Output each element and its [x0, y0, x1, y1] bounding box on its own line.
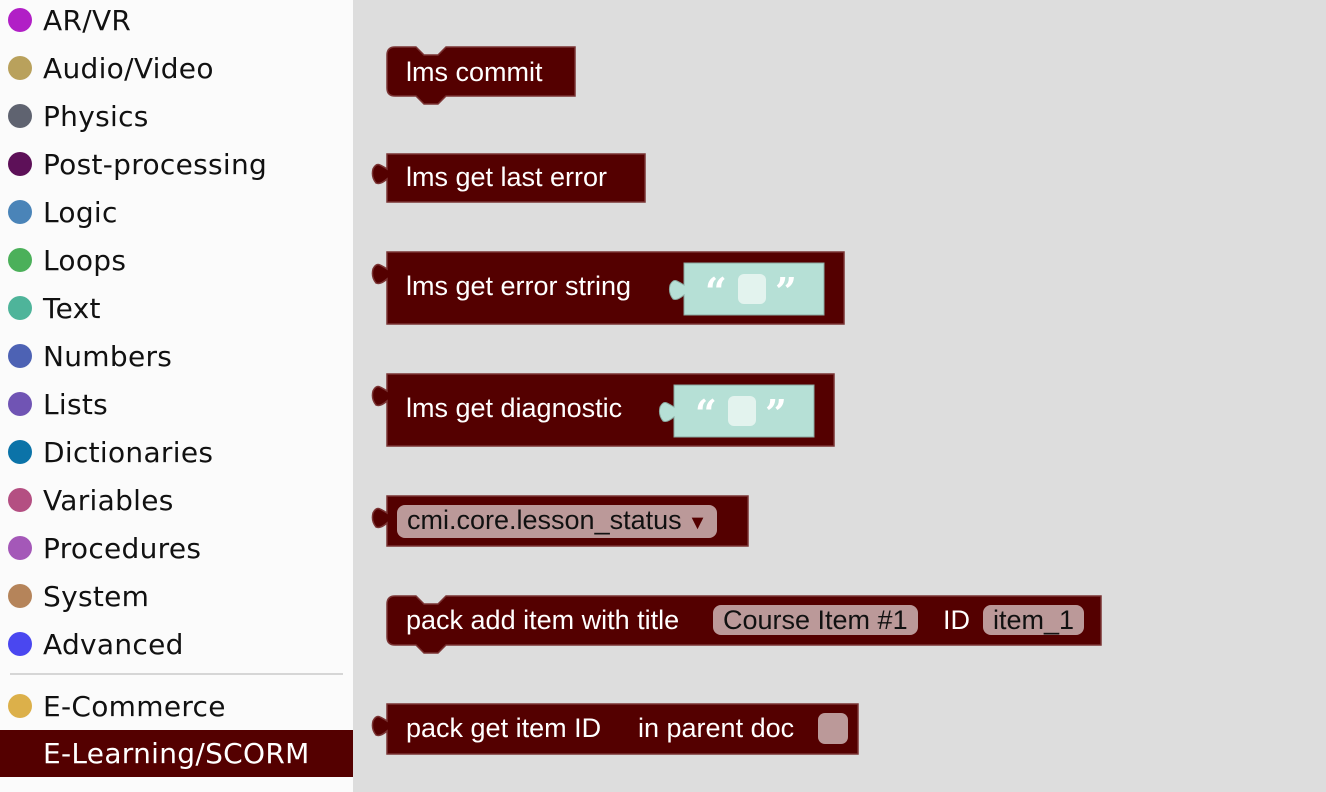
- category-color-dot-icon: [8, 584, 32, 608]
- block-lms-get-error-string[interactable]: lms get error string “ ”: [370, 251, 850, 327]
- category-label: Text: [43, 291, 101, 325]
- category-e-commerce[interactable]: E-Commerce: [0, 683, 353, 729]
- category-label: Variables: [43, 483, 174, 517]
- block-label: lms get error string: [406, 271, 632, 301]
- category-color-dot-icon: [8, 392, 32, 416]
- category-color-dot-icon: [8, 741, 32, 766]
- category-color-dot-icon: [8, 104, 32, 128]
- category-color-dot-icon: [8, 536, 32, 560]
- close-quote-icon: ”: [775, 269, 797, 314]
- category-label: Physics: [43, 99, 149, 133]
- diagnostic-string-input[interactable]: [728, 396, 756, 426]
- category-label: E-Commerce: [43, 689, 226, 723]
- category-system[interactable]: System: [0, 573, 353, 619]
- block-lms-get-last-error[interactable]: lms get last error: [370, 153, 650, 205]
- category-color-dot-icon: [8, 694, 32, 718]
- category-label: Audio/Video: [43, 51, 214, 85]
- category-label: Advanced: [43, 627, 184, 661]
- open-quote-icon: “: [695, 391, 717, 436]
- category-logic[interactable]: Logic: [0, 189, 353, 235]
- category-loops[interactable]: Loops: [0, 237, 353, 283]
- block-lms-get-diagnostic[interactable]: lms get diagnostic “ ”: [370, 373, 840, 449]
- category-post-processing[interactable]: Post-processing: [0, 141, 353, 187]
- dropdown-value: cmi.core.lesson_status: [407, 505, 682, 535]
- category-label: AR/VR: [43, 3, 132, 37]
- category-label: Loops: [43, 243, 127, 277]
- category-color-dot-icon: [8, 296, 32, 320]
- category-label: Numbers: [43, 339, 173, 373]
- category-label: Post-processing: [43, 147, 268, 181]
- category-color-dot-icon: [8, 632, 32, 656]
- category-color-dot-icon: [8, 344, 32, 368]
- category-color-dot-icon: [8, 488, 32, 512]
- category-physics[interactable]: Physics: [0, 93, 353, 139]
- category-color-dot-icon: [8, 152, 32, 176]
- cmi-element-dropdown[interactable]: cmi.core.lesson_status ▼: [397, 505, 718, 538]
- error-code-string-input[interactable]: [738, 274, 766, 304]
- block-label: pack get item ID: [406, 713, 602, 743]
- category-procedures[interactable]: Procedures: [0, 525, 353, 571]
- blocks-workspace: lms commit lms get last error lms get er…: [354, 0, 1326, 792]
- dropdown-arrow-icon: ▼: [687, 512, 708, 534]
- category-variables[interactable]: Variables: [0, 477, 353, 523]
- block-label: pack add item with title: [406, 605, 680, 635]
- block-label: lms get diagnostic: [406, 393, 623, 423]
- block-label: lms commit: [406, 57, 543, 87]
- category-dictionaries[interactable]: Dictionaries: [0, 429, 353, 475]
- category-sidebar: AR/VR Audio/Video Physics Post-processin…: [0, 0, 353, 792]
- category-color-dot-icon: [8, 8, 32, 32]
- category-advanced[interactable]: Advanced: [0, 621, 353, 667]
- category-label: System: [43, 579, 150, 613]
- in-parent-doc-label: in parent doc: [638, 713, 795, 743]
- item-id-input[interactable]: item_1: [983, 605, 1085, 635]
- sidebar-divider: [10, 673, 343, 675]
- category-color-dot-icon: [8, 440, 32, 464]
- close-quote-icon: ”: [765, 391, 787, 436]
- block-pack-add-item[interactable]: pack add item with title Course Item #1 …: [386, 595, 1106, 657]
- category-ar-vr[interactable]: AR/VR: [0, 0, 353, 43]
- block-cmi-element[interactable]: cmi.core.lesson_status ▼: [370, 495, 750, 549]
- category-color-dot-icon: [8, 248, 32, 272]
- category-text[interactable]: Text: [0, 285, 353, 331]
- open-quote-icon: “: [705, 269, 727, 314]
- category-label: E-Learning/SCORM: [43, 737, 310, 770]
- category-audio-video[interactable]: Audio/Video: [0, 45, 353, 91]
- category-color-dot-icon: [8, 200, 32, 224]
- category-label: Logic: [43, 195, 118, 229]
- id-label: ID: [943, 605, 970, 635]
- block-lms-commit[interactable]: lms commit: [386, 46, 576, 106]
- block-pack-get-item-id[interactable]: pack get item ID in parent doc: [370, 703, 865, 757]
- category-label: Lists: [43, 387, 109, 421]
- parent-doc-checkbox[interactable]: [818, 713, 848, 744]
- item-title-input[interactable]: Course Item #1: [713, 605, 918, 635]
- category-numbers[interactable]: Numbers: [0, 333, 353, 379]
- category-label: Procedures: [43, 531, 202, 565]
- block-label: lms get last error: [406, 162, 608, 192]
- category-e-learning-scorm[interactable]: E-Learning/SCORM: [0, 730, 353, 777]
- category-color-dot-icon: [8, 56, 32, 80]
- category-lists[interactable]: Lists: [0, 381, 353, 427]
- category-label: Dictionaries: [43, 435, 214, 469]
